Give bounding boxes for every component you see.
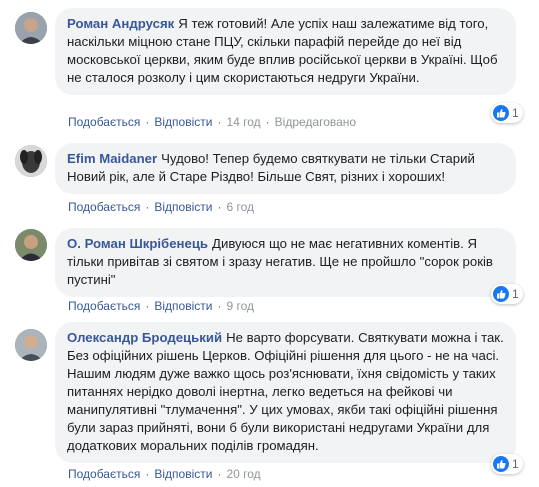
comment-bubble: Олександр Бродецький Не варто форсувати. … [55, 322, 516, 463]
avatar[interactable] [15, 12, 47, 44]
separator-dot: · [217, 299, 222, 313]
avatar[interactable] [15, 145, 47, 177]
reply-link[interactable]: Відповісти [154, 200, 212, 214]
reaction-number: 1 [512, 287, 519, 301]
comment-author[interactable]: Олександр Бродецький [67, 330, 222, 345]
comment-bubble: Роман Андрусяк Я теж готовий! Але успіх н… [55, 8, 516, 95]
avatar[interactable] [15, 229, 47, 261]
thumbs-up-icon [493, 286, 509, 302]
separator-dot: · [217, 467, 222, 481]
separator-dot: · [145, 200, 150, 214]
thumbs-up-icon [493, 105, 509, 121]
comment-bubble: Efim Maidaner Чудово! Тепер будемо святку… [55, 143, 516, 194]
comment-bubble: О. Роман Шкрібенець Дивуюся що не має нег… [55, 228, 516, 297]
like-link[interactable]: Подобається [68, 200, 140, 214]
comment-time[interactable]: 6 год [226, 200, 254, 214]
reaction-number: 1 [512, 106, 519, 120]
comment-author[interactable]: Роман Андрусяк [67, 16, 174, 31]
separator-dot: · [145, 115, 150, 129]
user-avatar-icon [15, 329, 47, 361]
reply-link[interactable]: Відповісти [154, 299, 212, 313]
reaction-count[interactable]: 1 [491, 103, 523, 123]
edited-label[interactable]: Відредаговано [275, 115, 356, 129]
user-avatar-icon [15, 12, 47, 44]
separator-dot: · [265, 115, 270, 129]
reply-link[interactable]: Відповісти [154, 115, 212, 129]
comment-time[interactable]: 20 год [226, 467, 260, 481]
reaction-number: 1 [512, 457, 519, 471]
like-link[interactable]: Подобається [68, 299, 140, 313]
comment-author[interactable]: Efim Maidaner [67, 151, 157, 166]
reply-link[interactable]: Відповісти [154, 467, 212, 481]
comment-time[interactable]: 14 год [226, 115, 260, 129]
separator-dot: · [145, 467, 150, 481]
thumbs-up-icon [493, 456, 509, 472]
avatar[interactable] [15, 329, 47, 361]
reaction-count[interactable]: 1 [491, 454, 523, 474]
separator-dot: · [217, 115, 222, 129]
user-avatar-icon [15, 229, 47, 261]
comment-time[interactable]: 9 год [226, 299, 254, 313]
comment-text: Не варто форсувати. Святкувати можна і т… [67, 330, 504, 453]
like-link[interactable]: Подобається [68, 467, 140, 481]
like-link[interactable]: Подобається [68, 115, 140, 129]
user-avatar-icon [15, 145, 47, 177]
comment-author[interactable]: О. Роман Шкрібенець [67, 236, 208, 251]
separator-dot: · [217, 200, 222, 214]
separator-dot: · [145, 299, 150, 313]
reaction-count[interactable]: 1 [491, 284, 523, 304]
